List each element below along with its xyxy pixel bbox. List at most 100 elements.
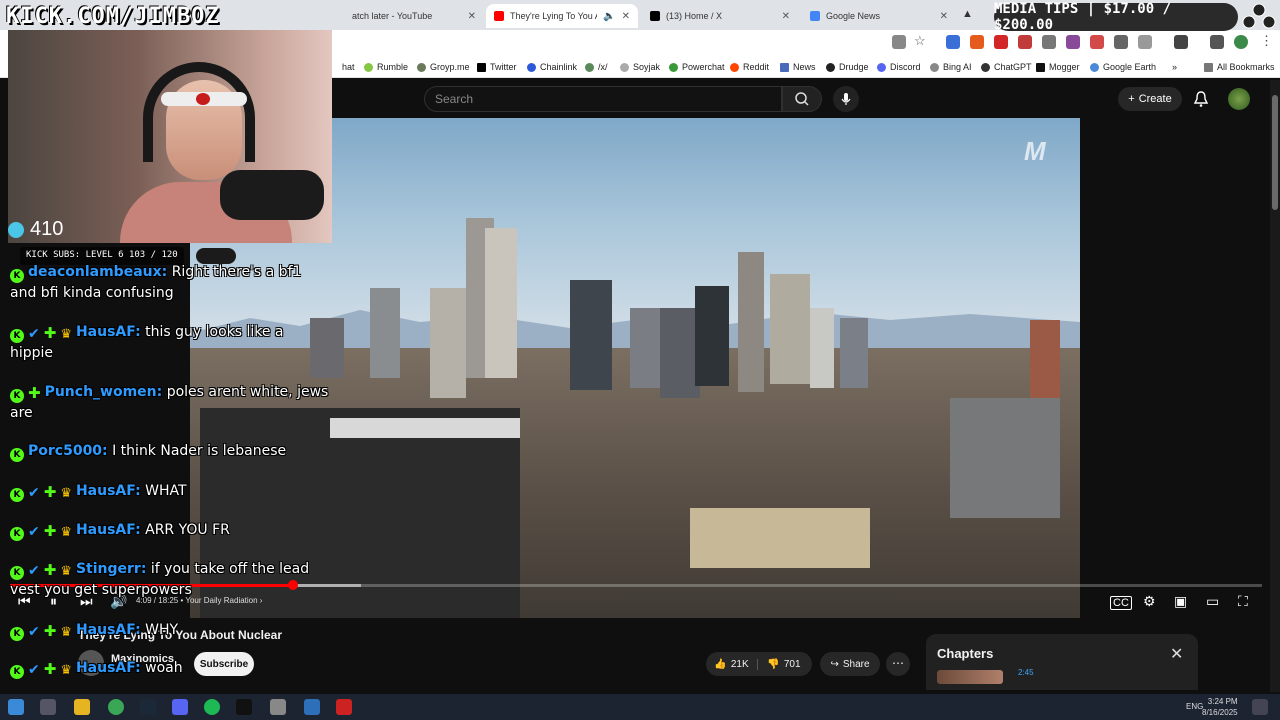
app-icon[interactable] (304, 699, 320, 715)
steam-icon[interactable] (140, 699, 156, 715)
kick-badge-icon: K (10, 527, 24, 541)
chatgpt-icon (981, 62, 990, 72)
extension-icon[interactable] (1114, 35, 1128, 49)
dislike-button[interactable]: 👎 701 (758, 659, 810, 670)
create-button[interactable]: + Create (1118, 87, 1182, 111)
close-icon[interactable]: ✕ (1170, 644, 1183, 664)
more-actions-icon[interactable]: ⋯ (886, 652, 910, 676)
chapter-timestamp[interactable]: 2:45 (1018, 668, 1034, 677)
bookmark-item[interactable]: Reddit (730, 60, 769, 74)
theater-mode-icon[interactable]: ▭ (1206, 593, 1219, 610)
extensions-puzzle-icon[interactable] (1138, 35, 1152, 49)
tab-x-home[interactable]: (13) Home / X ✕ (642, 4, 798, 28)
bookmark-item[interactable]: ChatGPT (981, 60, 1032, 74)
extension-icon[interactable] (994, 35, 1008, 49)
app-icon[interactable] (270, 699, 286, 715)
close-icon[interactable]: ✕ (622, 11, 630, 22)
tab-watch-later[interactable]: atch later - YouTube ✕ (344, 4, 484, 28)
miniplayer-icon[interactable]: ▣ (1174, 593, 1187, 610)
kick-subs-goal: KICK SUBS: LEVEL 6 103 / 120 (20, 247, 184, 265)
chat-message: K ✔ ✚ ♛ HausAF: WHAT (10, 481, 330, 502)
bookmark-item[interactable]: Soyjak (620, 60, 660, 74)
windows-start-icon[interactable] (8, 699, 24, 715)
kick-badge-icon: K (10, 627, 24, 641)
bookmark-item[interactable]: Powerchat (669, 60, 725, 74)
bookmark-label: Discord (890, 62, 921, 72)
bookmark-item[interactable]: Chainlink (527, 60, 577, 74)
clock[interactable]: 3:24 PM 8/16/2025 (1202, 696, 1238, 718)
language-indicator[interactable]: ENG (1186, 702, 1203, 711)
chat-username[interactable]: Stingerr: (76, 561, 146, 577)
chat-username[interactable]: Porc5000: (28, 443, 108, 459)
bookmark-item[interactable]: Bing AI (930, 60, 972, 74)
bookmark-item[interactable]: /x/ (585, 60, 608, 74)
chrome-icon[interactable] (108, 699, 124, 715)
channel-watermark-icon[interactable]: M (1024, 136, 1046, 167)
chat-username[interactable]: HausAF: (76, 522, 141, 538)
bookmark-star-icon[interactable]: ☆ (914, 33, 926, 49)
extension-icon[interactable] (1066, 35, 1080, 49)
bookmark-item[interactable]: Twitter (477, 60, 517, 74)
share-label: Share (842, 658, 870, 670)
notifications-icon[interactable] (1252, 699, 1268, 715)
chat-username[interactable]: HausAF: (76, 324, 141, 340)
viewer-count: 410 (8, 218, 63, 241)
bookmark-item[interactable]: Groyp.me (417, 60, 470, 74)
extension-icon[interactable] (1090, 35, 1104, 49)
chat-username[interactable]: Punch_women: (45, 384, 163, 400)
chat-username[interactable]: HausAF: (76, 622, 141, 638)
close-icon[interactable]: ✕ (940, 11, 948, 22)
chat-message: Kdeaconlambeaux: Right there's a bf1 and… (10, 262, 330, 303)
webcam-overlay (8, 30, 332, 243)
tab-overflow-icon[interactable]: ▲ (962, 8, 973, 20)
extension-icon[interactable] (1018, 35, 1032, 49)
notifications-bell-icon[interactable] (1192, 90, 1210, 108)
file-explorer-icon[interactable] (74, 699, 90, 715)
browser-menu-icon[interactable]: ⋮ (1260, 33, 1273, 49)
tab-youtube-video[interactable]: They're Lying To You About 🔈 ✕ (486, 4, 638, 28)
discord-icon[interactable] (172, 699, 188, 715)
subscriber-badge-icon: ✚ (43, 324, 57, 342)
chapter-thumbnail[interactable] (937, 670, 1003, 684)
settings-gear-icon[interactable]: ⚙ (1143, 593, 1156, 610)
mute-tab-icon[interactable]: 🔈 (603, 11, 615, 22)
account-avatar[interactable] (1228, 88, 1250, 110)
captions-icon[interactable]: CC (1110, 596, 1132, 610)
bookmark-item[interactable]: News (780, 60, 816, 74)
voice-search-button[interactable] (833, 86, 859, 112)
close-icon[interactable]: ✕ (468, 11, 476, 22)
task-view-icon[interactable] (40, 699, 56, 715)
subscriber-badge-icon: ✚ (43, 622, 57, 640)
scrollbar-thumb[interactable] (1272, 95, 1278, 210)
cast-icon[interactable] (892, 35, 906, 49)
extension-icon[interactable] (970, 35, 984, 49)
fullscreen-icon[interactable]: ⛶ (1238, 593, 1248, 610)
search-button[interactable] (782, 86, 822, 112)
app-icon[interactable] (336, 699, 352, 715)
media-control-icon[interactable] (1174, 35, 1188, 49)
bookmark-item[interactable]: Discord (877, 60, 921, 74)
bookmark-item[interactable]: Rumble (364, 60, 408, 74)
share-button[interactable]: ↪ Share (820, 652, 880, 676)
chat-username[interactable]: HausAF: (76, 660, 141, 676)
crown-badge-icon: ♛ (60, 625, 72, 640)
chat-message: K ✔ ✚ ♛ HausAF: woah (10, 658, 330, 679)
all-bookmarks[interactable]: All Bookmarks (1204, 60, 1275, 74)
obs-icon[interactable] (236, 699, 252, 715)
reading-list-icon[interactable] (1210, 35, 1224, 49)
bookmark-item[interactable]: Google Earth (1090, 60, 1156, 74)
extension-icon[interactable] (946, 35, 960, 49)
bookmark-item[interactable]: Mogger (1036, 60, 1080, 74)
bookmarks-overflow-icon[interactable]: » (1172, 60, 1177, 74)
extension-icon[interactable] (1042, 35, 1056, 49)
close-icon[interactable]: ✕ (782, 11, 790, 22)
tab-google-news[interactable]: Google News ✕ (802, 4, 956, 28)
chat-username[interactable]: deaconlambeaux: (28, 264, 167, 280)
bookmark-item[interactable]: hat (342, 60, 355, 74)
chat-username[interactable]: HausAF: (76, 483, 141, 499)
search-input[interactable]: Search (424, 86, 782, 112)
spotify-icon[interactable] (204, 699, 220, 715)
bookmark-item[interactable]: Drudge (826, 60, 869, 74)
like-button[interactable]: 👍 21K (706, 658, 758, 670)
profile-avatar-icon[interactable] (1234, 35, 1248, 49)
